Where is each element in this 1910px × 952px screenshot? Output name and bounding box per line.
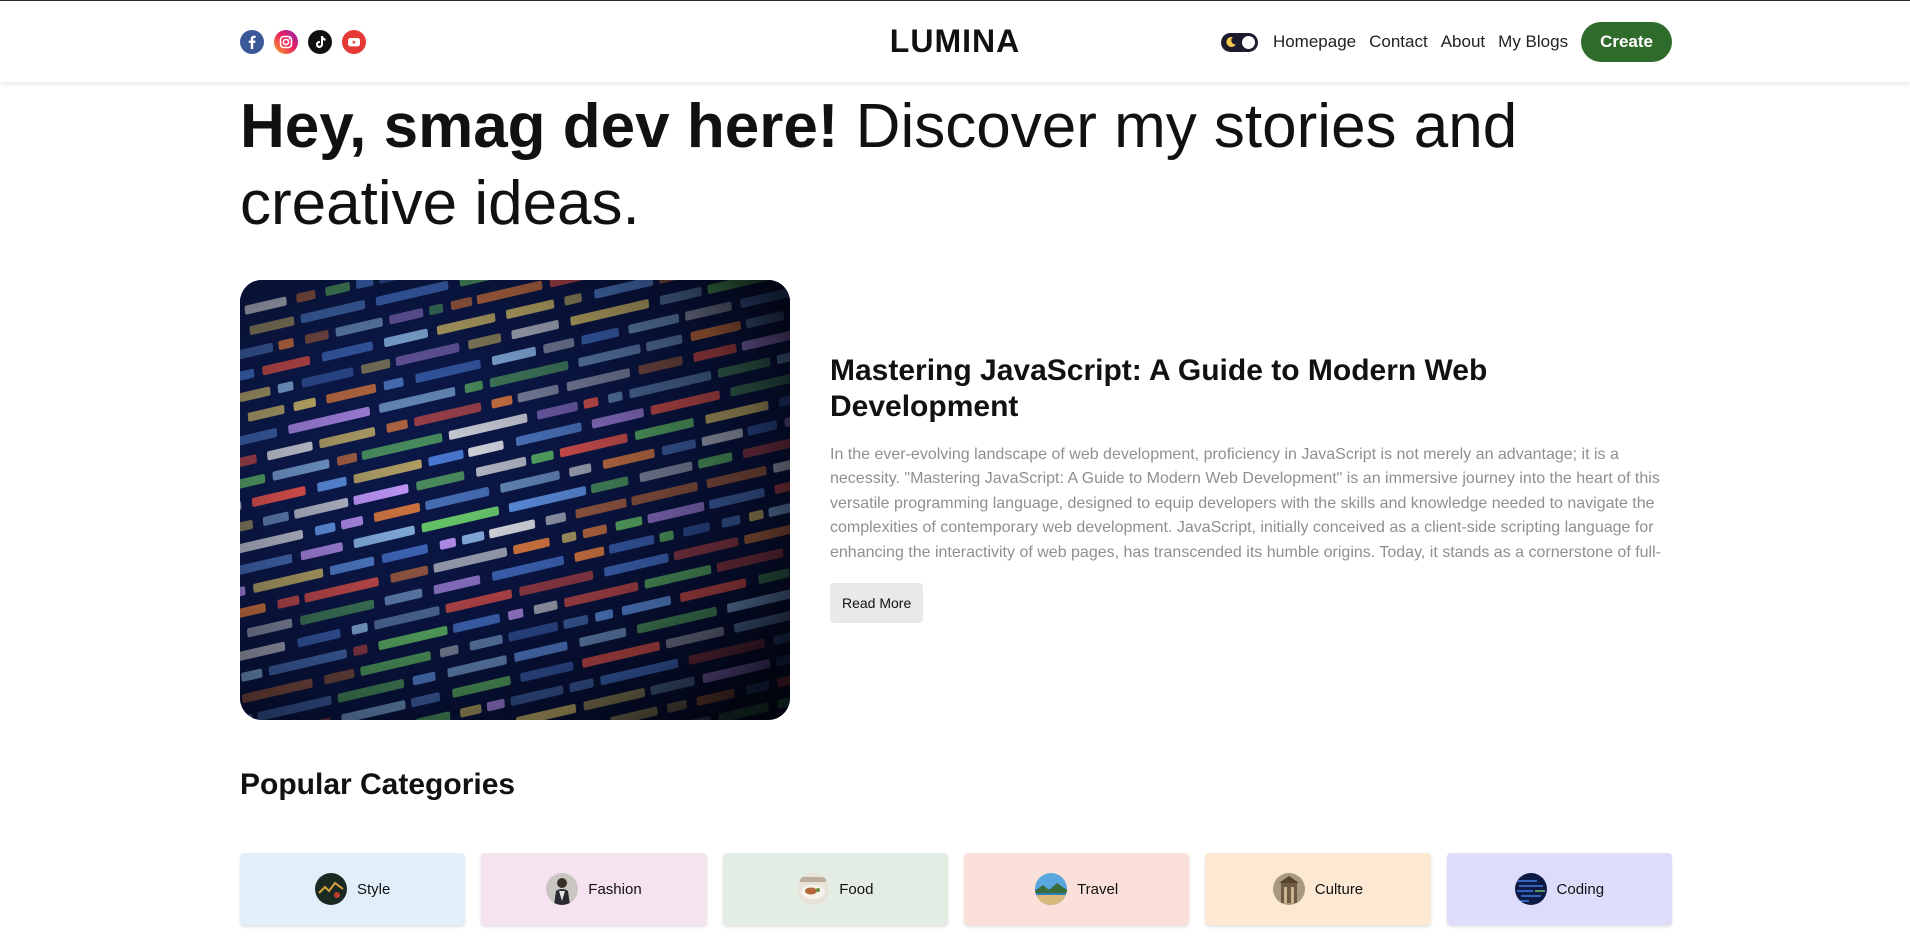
- food-thumbnail: [797, 873, 830, 905]
- main-nav: Homepage Contact About My Blogs Create: [1220, 22, 1672, 62]
- category-culture[interactable]: Culture: [1205, 853, 1431, 925]
- code-screen-image: [240, 280, 790, 720]
- featured-post: Mastering JavaScript: A Guide to Modern …: [830, 353, 1670, 623]
- instagram-icon[interactable]: [274, 30, 298, 54]
- category-label: Culture: [1314, 880, 1364, 898]
- coding-thumbnail: [1514, 873, 1547, 905]
- fashion-thumbnail: [546, 873, 579, 905]
- category-label: Food: [839, 880, 874, 898]
- tiktok-icon[interactable]: [308, 30, 332, 54]
- category-style[interactable]: Style: [240, 853, 466, 925]
- category-list: Style Fashion Food Travel Culture Coding: [240, 853, 1672, 925]
- category-label: Coding: [1556, 880, 1605, 898]
- style-thumbnail: [314, 873, 347, 905]
- category-fashion[interactable]: Fashion: [481, 853, 707, 925]
- read-more-button[interactable]: Read More: [830, 583, 924, 623]
- culture-thumbnail: [1272, 873, 1305, 905]
- youtube-icon[interactable]: [342, 30, 366, 54]
- travel-thumbnail: [1035, 873, 1068, 905]
- theme-toggle[interactable]: [1220, 32, 1258, 52]
- toggle-knob: [1241, 35, 1255, 49]
- category-label: Fashion: [588, 880, 642, 898]
- nav-homepage[interactable]: Homepage: [1273, 32, 1356, 52]
- social-links: [240, 30, 366, 54]
- category-food[interactable]: Food: [722, 853, 948, 925]
- category-label: Style: [356, 880, 391, 898]
- category-label: Travel: [1077, 880, 1119, 898]
- section-title: Popular Categories: [240, 768, 516, 801]
- category-travel[interactable]: Travel: [963, 853, 1190, 925]
- hero-bold: Hey, smag dev here!: [240, 92, 839, 161]
- create-button[interactable]: Create: [1581, 22, 1672, 62]
- hero-heading: Hey, smag dev here! Discover my stories …: [240, 88, 1660, 242]
- moon-icon: [1226, 36, 1236, 47]
- nav-contact[interactable]: Contact: [1369, 32, 1428, 52]
- post-excerpt: In the ever-evolving landscape of web de…: [830, 446, 1661, 561]
- top-navbar: LUMINA Homepage Contact About My Blogs C…: [0, 0, 1910, 82]
- nav-about[interactable]: About: [1441, 32, 1485, 52]
- nav-my-blogs[interactable]: My Blogs: [1498, 32, 1568, 52]
- site-logo[interactable]: LUMINA: [890, 23, 1020, 59]
- facebook-icon[interactable]: [240, 30, 264, 54]
- featured-image[interactable]: [240, 280, 790, 720]
- category-coding[interactable]: Coding: [1446, 853, 1672, 925]
- post-title[interactable]: Mastering JavaScript: A Guide to Modern …: [830, 353, 1670, 425]
